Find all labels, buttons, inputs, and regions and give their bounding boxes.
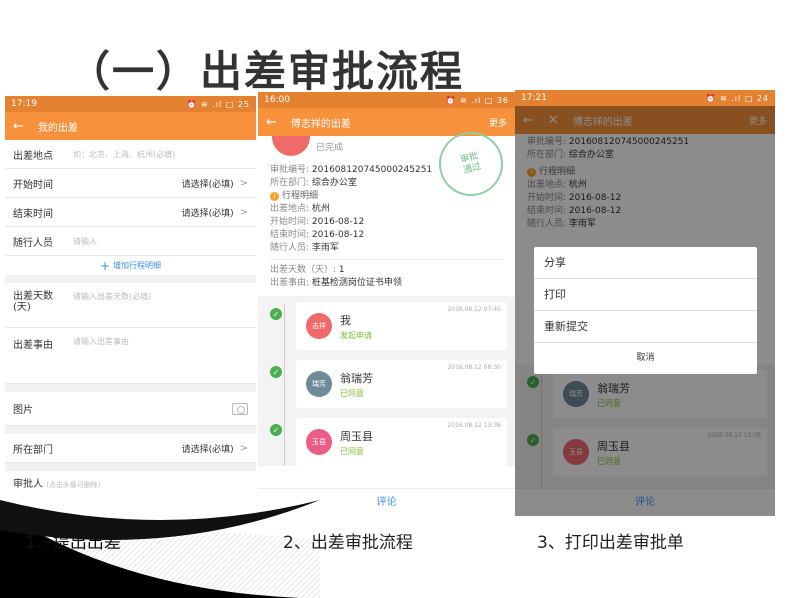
- phone-screen-apply: 17:19 ⏰ ≋ .ıl □ 25 ← 我的出差 出差地点 如：北京、上海、杭…: [5, 96, 256, 516]
- chevron-right-icon: >: [239, 206, 248, 218]
- status-icons: ⏰ ≋ .ıl □ 24: [705, 93, 769, 103]
- check-icon: ✓: [270, 308, 282, 320]
- timeline-item: ✓ 瑞芳 翁瑞芳 已同意 2016.08.12 08:30: [270, 360, 507, 408]
- back-arrow-icon[interactable]: ←: [266, 115, 277, 130]
- days-input[interactable]: 请输入出差天数(必填): [73, 291, 248, 302]
- field-label: 开始时间: [13, 179, 53, 191]
- field-label: 出差地点: [13, 150, 53, 162]
- chevron-right-icon: >: [239, 177, 248, 189]
- field-label: 出差事由: [13, 340, 53, 351]
- resubmit-option[interactable]: 重新提交: [534, 311, 757, 343]
- status-icons: ⏰ ≋ .ıl □ 25: [186, 99, 250, 109]
- field-label: 随行人员: [13, 237, 53, 249]
- trip-field: 结束时间: 2016-08-12: [270, 230, 365, 240]
- check-icon: ✓: [270, 366, 282, 378]
- section-gap: [5, 384, 256, 392]
- plus-icon: +: [99, 258, 111, 273]
- department-select[interactable]: 请选择(必填): [73, 442, 234, 455]
- reason-input[interactable]: 请输入出差事由: [73, 336, 248, 347]
- app-bar-title: 我的出差: [37, 122, 78, 134]
- more-button[interactable]: 更多: [489, 116, 507, 129]
- form-row-image[interactable]: 图片: [5, 392, 256, 426]
- section-gap: [5, 426, 256, 434]
- app-bar: ← 我的出差: [5, 112, 256, 140]
- action-dialog: 分享 打印 重新提交 取消: [534, 247, 757, 374]
- form-row-end-time[interactable]: 结束时间 请选择(必填) >: [5, 198, 256, 227]
- status-bar: 17:21 ⏰ ≋ .ıl □ 24: [515, 90, 775, 106]
- avatar: 玉县: [306, 429, 332, 455]
- avatar: 志祥: [306, 313, 332, 339]
- print-option[interactable]: 打印: [534, 279, 757, 311]
- chevron-right-icon: >: [239, 442, 248, 454]
- form-row-department[interactable]: 所在部门 请选择(必填) >: [5, 434, 256, 463]
- status-time: 16:00: [264, 95, 290, 105]
- check-icon: ✓: [270, 424, 282, 436]
- add-itinerary-label: 增加行程明细: [113, 261, 162, 270]
- companions-input[interactable]: 请输入: [73, 236, 248, 247]
- phone-screen-print: 17:21 ⏰ ≋ .ıl □ 24 ← ✕ 傅志祥的出差 更多 审批编号: 2…: [515, 90, 775, 516]
- status-time: 17:19: [11, 99, 37, 109]
- form-row-reason[interactable]: 出差事由 请输入出差事由: [5, 328, 256, 384]
- section-gap: [5, 463, 256, 471]
- caption-step-2: 2、出差审批流程: [283, 533, 413, 553]
- field-label: 所在部门: [13, 444, 53, 456]
- form-row-companions[interactable]: 随行人员 请输入: [5, 227, 256, 256]
- cancel-button[interactable]: 取消: [534, 343, 757, 373]
- slide-title: （一）出差审批流程: [68, 47, 465, 96]
- app-bar-title: 傅志祥的出差: [290, 118, 351, 130]
- trip-reason: 出差事由: 桩基检测岗位证书申领: [270, 278, 402, 288]
- trip-field: 出差地点: 杭州: [270, 204, 330, 214]
- caption-step-1: 1、提出出差: [25, 533, 121, 553]
- phone-screen-approval-flow: 16:00 ⏰ ≋ .ıl □ 36 ← 傅志祥的出差 更多 审批 通过 已完成…: [258, 92, 515, 516]
- add-itinerary-button[interactable]: + 增加行程明细: [5, 256, 256, 283]
- avatar: 瑞芳: [306, 371, 332, 397]
- info-icon: !: [270, 192, 279, 201]
- field-label: 出差天数 (天): [13, 291, 53, 313]
- status-time: 17:21: [521, 93, 547, 103]
- start-time-select[interactable]: 请选择(必填): [73, 177, 234, 190]
- form-row-days[interactable]: 出差天数 (天) 请输入出差天数(必填): [5, 283, 256, 328]
- trip-field: 随行人员: 李雨军: [270, 243, 339, 253]
- caption-step-3: 3、打印出差审批单: [537, 533, 684, 553]
- destination-input[interactable]: 如：北京、上海、杭州(必填): [73, 149, 248, 160]
- status-bar: 17:19 ⏰ ≋ .ıl □ 25: [5, 96, 256, 112]
- approval-timeline: ✓ 志祥 我发起申请 2016.08.12 07:45 ✓ 瑞芳 翁瑞芳 已同意 …: [258, 296, 515, 466]
- camera-icon[interactable]: [232, 402, 248, 415]
- timeline-item: ✓ 玉县 周玉县 已同意 2016.08.12 13:36: [270, 418, 507, 466]
- field-label: 结束时间: [13, 208, 53, 220]
- timeline-item: ✓ 志祥 我发起申请 2016.08.12 07:45: [270, 302, 507, 350]
- trip-field: 开始时间: 2016-08-12: [270, 217, 365, 227]
- trip-days: 出差天数（天）: 1: [270, 265, 345, 275]
- form-row-destination[interactable]: 出差地点 如：北京、上海、杭州(必填): [5, 140, 256, 169]
- back-arrow-icon[interactable]: ←: [13, 119, 24, 134]
- form-row-start-time[interactable]: 开始时间 请选择(必填) >: [5, 169, 256, 198]
- end-time-select[interactable]: 请选择(必填): [73, 206, 234, 219]
- status-icons: ⏰ ≋ .ıl □ 36: [445, 95, 509, 105]
- share-option[interactable]: 分享: [534, 247, 757, 279]
- status-bar: 16:00 ⏰ ≋ .ıl □ 36: [258, 92, 515, 108]
- field-label: 图片: [13, 405, 33, 416]
